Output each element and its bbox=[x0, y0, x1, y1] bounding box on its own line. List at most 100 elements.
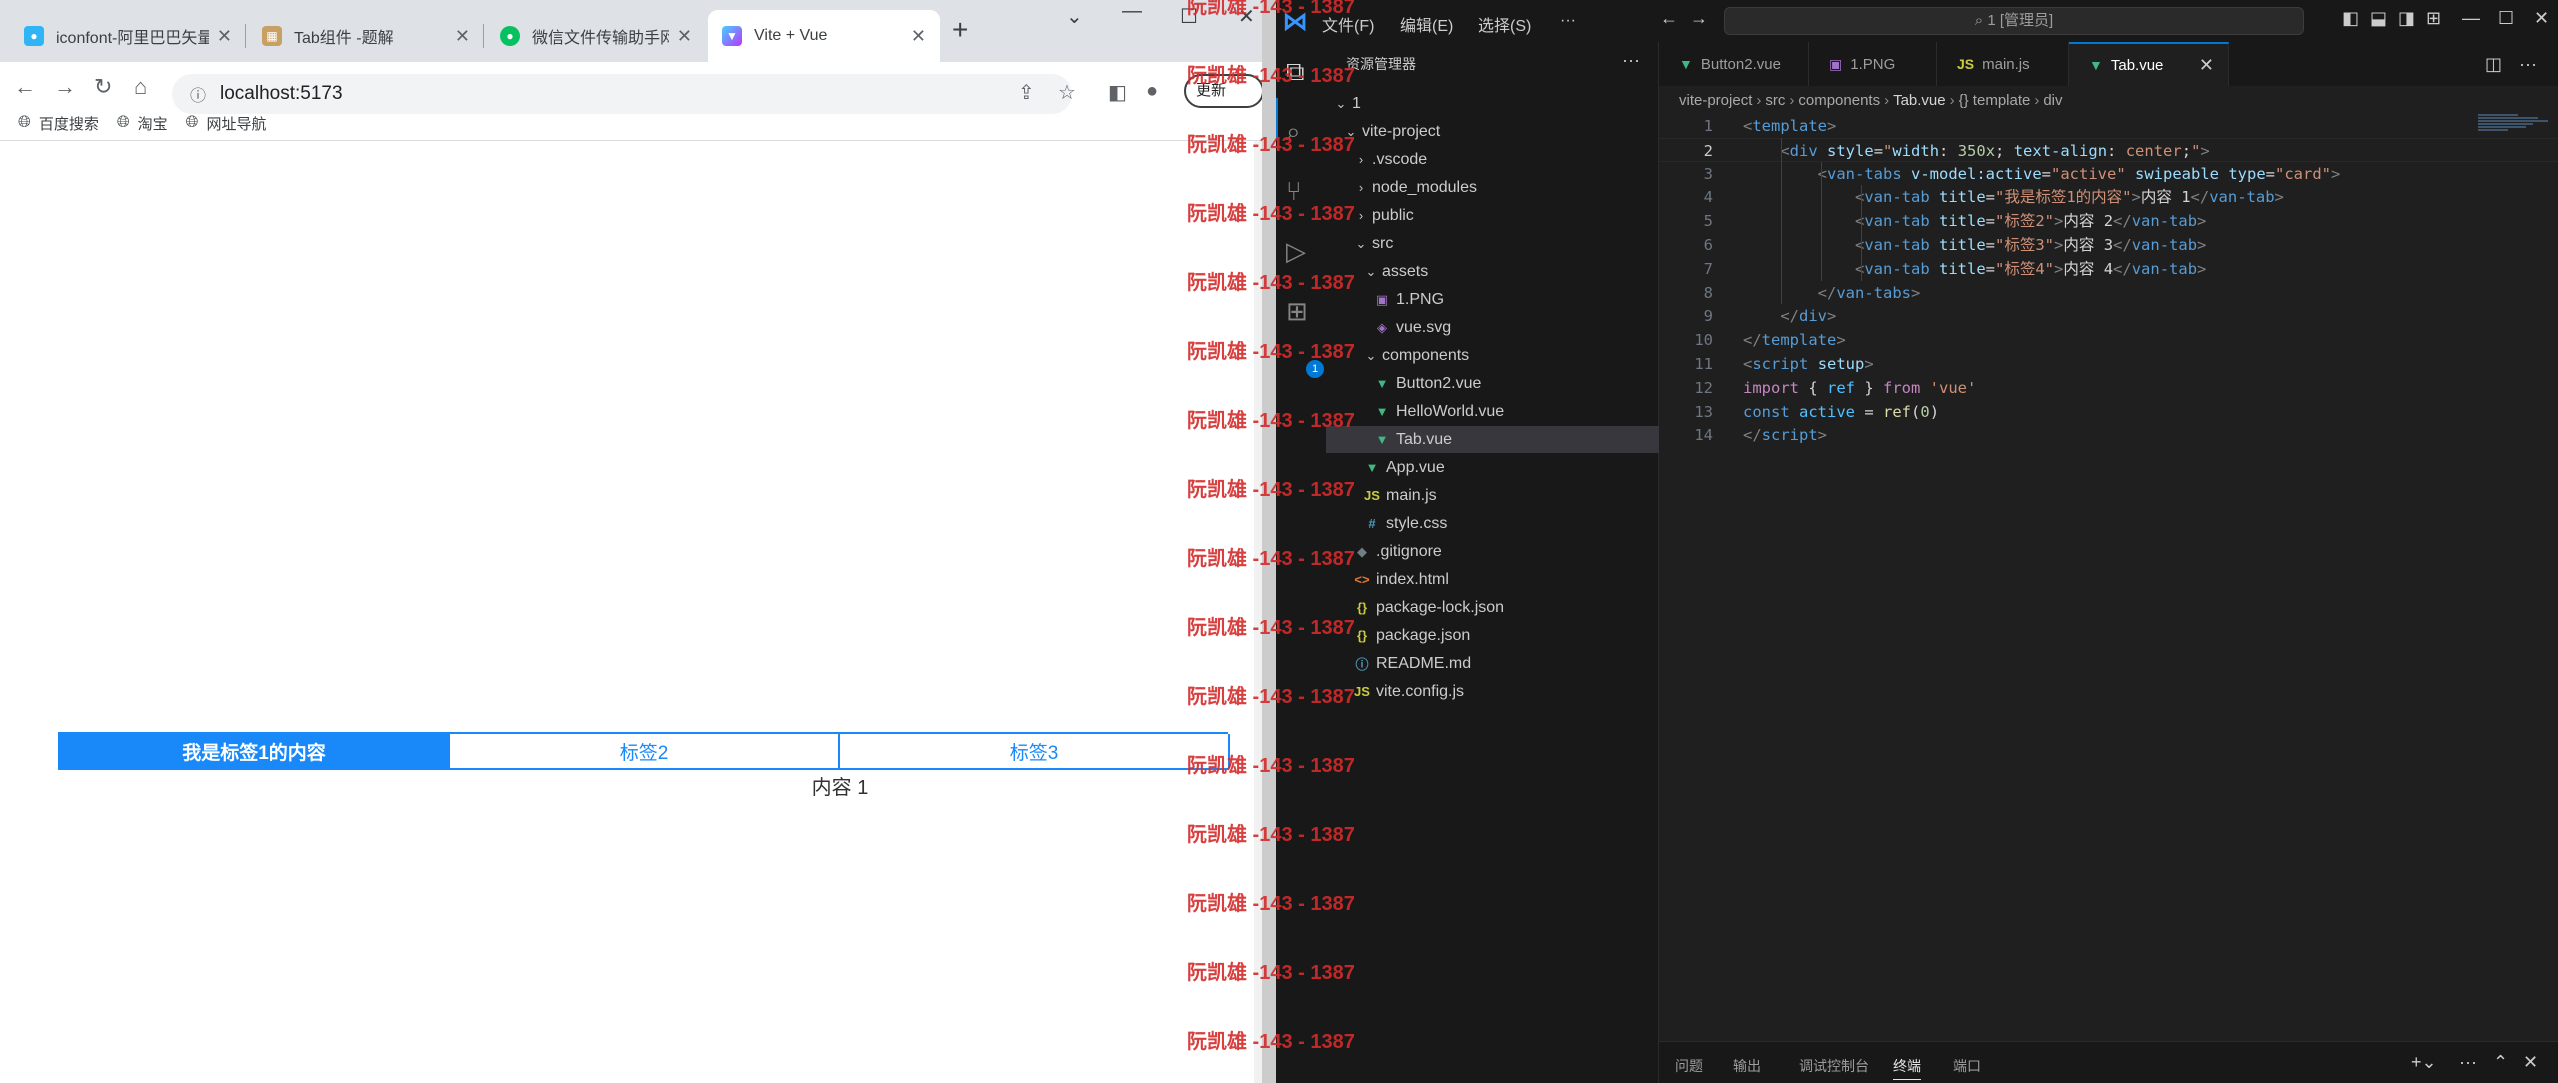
menu-more[interactable]: ··· bbox=[1560, 12, 1576, 30]
tree-item[interactable]: ⌄ src bbox=[1326, 230, 1659, 257]
forward-icon[interactable]: → bbox=[1690, 8, 1708, 29]
minimize-icon[interactable]: — bbox=[1122, 0, 1142, 23]
browser-tab-tab-component[interactable]: ▦ Tab组件 -题解 ✕ bbox=[248, 10, 484, 62]
code-line[interactable]: 10 </template> bbox=[1659, 328, 2558, 352]
bookmark-nav[interactable]: 🌐︎ 网址导航 bbox=[186, 113, 267, 134]
breadcrumb-item[interactable]: Tab.vue bbox=[1893, 92, 1946, 109]
panel-tab-ports[interactable]: 端口 bbox=[1953, 1056, 1981, 1076]
panel-tab-debug-console[interactable]: 调试控制台 bbox=[1799, 1056, 1869, 1076]
panel-tab-problems[interactable]: 问题 bbox=[1675, 1056, 1703, 1076]
tree-item[interactable]: ▼ Button2.vue bbox=[1326, 370, 1659, 397]
more-actions-icon[interactable]: ··· bbox=[2519, 54, 2537, 75]
van-tab-3[interactable]: 标签3 bbox=[840, 734, 1230, 768]
home-icon[interactable]: ⌂ bbox=[134, 74, 147, 100]
breadcrumb-item[interactable]: src bbox=[1765, 92, 1785, 109]
toggle-sidebar-icon[interactable]: ◧ bbox=[2342, 8, 2359, 29]
toggle-secondary-sidebar-icon[interactable]: ◨ bbox=[2398, 8, 2415, 29]
chevron-down-icon[interactable]: ⌄ bbox=[1066, 4, 1083, 29]
panel-tab-terminal[interactable]: 终端 bbox=[1893, 1056, 1921, 1080]
close-icon[interactable]: ✕ bbox=[677, 26, 692, 47]
close-panel-icon[interactable]: ✕ bbox=[2523, 1052, 2538, 1073]
browser-tab-wechat[interactable]: ● 微信文件传输助手网页 ✕ bbox=[486, 10, 706, 62]
tree-item[interactable]: JS vite.config.js bbox=[1326, 678, 1659, 705]
tree-item[interactable]: ▼ App.vue bbox=[1326, 454, 1659, 481]
address-bar[interactable]: ⓘ localhost:5173 bbox=[172, 74, 1072, 114]
tree-item[interactable]: ⌄ vite-project bbox=[1326, 118, 1659, 145]
tree-item[interactable]: ⓘ README.md bbox=[1326, 650, 1659, 677]
code-line[interactable]: 14 </script> bbox=[1659, 423, 2558, 447]
forward-icon[interactable]: → bbox=[54, 74, 76, 100]
tree-item[interactable]: › node_modules bbox=[1326, 174, 1659, 201]
menu-selection[interactable]: 选择(S) bbox=[1478, 12, 1531, 36]
code-line[interactable]: 4 <van-tab title="我是标签1的内容">内容 1</van-ta… bbox=[1659, 185, 2558, 209]
new-terminal-icon[interactable]: +⌄ bbox=[2411, 1052, 2437, 1073]
tree-item[interactable]: ⌄ components bbox=[1326, 342, 1659, 369]
back-icon[interactable]: ← bbox=[1660, 8, 1678, 29]
van-tab-2[interactable]: 标签2 bbox=[450, 734, 840, 768]
editor-tab[interactable]: ▣ 1.PNG bbox=[1809, 42, 1937, 86]
star-icon[interactable]: ☆ bbox=[1058, 80, 1076, 105]
close-window-icon[interactable]: ✕ bbox=[2534, 8, 2549, 29]
extensions-icon[interactable]: ⊞ bbox=[1286, 296, 1308, 327]
browser-tab-iconfont[interactable]: ● iconfont-阿里巴巴矢量 ✕ bbox=[10, 10, 246, 62]
editor-tab[interactable]: ▼ Button2.vue bbox=[1659, 42, 1809, 86]
tree-item[interactable]: › public bbox=[1326, 202, 1659, 229]
tree-item[interactable]: ▼ Tab.vue bbox=[1326, 426, 1659, 453]
tree-item[interactable]: ▼ HelloWorld.vue bbox=[1326, 398, 1659, 425]
code-line[interactable]: 7 <van-tab title="标签4">内容 4</van-tab> bbox=[1659, 257, 2558, 281]
bookmark-baidu[interactable]: 🌐︎ 百度搜索 bbox=[18, 113, 99, 134]
command-center[interactable]: ⌕ 1 [管理员] bbox=[1724, 7, 2304, 35]
tree-item[interactable]: <> index.html bbox=[1326, 566, 1659, 593]
tree-item[interactable]: › .vscode bbox=[1326, 146, 1659, 173]
run-debug-icon[interactable]: ▷ bbox=[1286, 236, 1306, 267]
more-actions-icon[interactable]: ··· bbox=[2459, 1052, 2477, 1073]
tree-item[interactable]: ⌄ 1 bbox=[1326, 90, 1659, 117]
tree-item[interactable]: ⌄ assets bbox=[1326, 258, 1659, 285]
browser-tab-vite[interactable]: ▼ Vite + Vue ✕ bbox=[708, 10, 940, 62]
breadcrumb-item[interactable]: div bbox=[2043, 92, 2062, 109]
code-line[interactable]: 6 <van-tab title="标签3">内容 3</van-tab> bbox=[1659, 233, 2558, 257]
code-line[interactable]: 3 <van-tabs v-model:active="active" swip… bbox=[1659, 162, 2558, 186]
new-tab-icon[interactable]: + bbox=[952, 14, 968, 46]
close-icon[interactable]: ✕ bbox=[217, 26, 232, 47]
side-panel-icon[interactable]: ◧ bbox=[1108, 80, 1127, 105]
editor-tab[interactable]: ▼ Tab.vue ✕ bbox=[2069, 42, 2229, 86]
code-line[interactable]: 5 <van-tab title="标签2">内容 2</van-tab> bbox=[1659, 209, 2558, 233]
split-editor-icon[interactable]: ◫ bbox=[2485, 54, 2502, 75]
toggle-panel-icon[interactable]: ⬓ bbox=[2370, 8, 2387, 29]
close-icon[interactable]: ✕ bbox=[911, 26, 926, 47]
tree-item[interactable]: ◈ vue.svg bbox=[1326, 314, 1659, 341]
breadcrumb-item[interactable]: components bbox=[1798, 92, 1880, 109]
share-icon[interactable]: ⇪ bbox=[1018, 80, 1035, 105]
reload-icon[interactable]: ↻ bbox=[94, 74, 112, 100]
van-tab-1[interactable]: 我是标签1的内容 bbox=[60, 734, 450, 768]
tree-item[interactable]: ◆ .gitignore bbox=[1326, 538, 1659, 565]
more-actions-icon[interactable]: ··· bbox=[1622, 50, 1640, 71]
code-line[interactable]: 13 const active = ref(0) bbox=[1659, 400, 2558, 424]
code-line[interactable]: 12 import { ref } from 'vue' bbox=[1659, 376, 2558, 400]
back-icon[interactable]: ← bbox=[14, 74, 36, 100]
breadcrumb-item[interactable]: vite-project bbox=[1679, 92, 1752, 109]
minimize-icon[interactable]: — bbox=[2462, 8, 2480, 29]
panel-tab-output[interactable]: 输出 bbox=[1733, 1056, 1761, 1076]
tree-item[interactable]: {} package-lock.json bbox=[1326, 594, 1659, 621]
code-line[interactable]: 1 <template> bbox=[1659, 114, 2558, 138]
menu-edit[interactable]: 编辑(E) bbox=[1400, 12, 1453, 36]
code-line[interactable]: 2 <div style="width: 350x; text-align: c… bbox=[1659, 137, 2558, 162]
close-icon[interactable]: ✕ bbox=[455, 26, 470, 47]
info-icon[interactable]: ⓘ bbox=[190, 82, 206, 106]
tree-item[interactable]: {} package.json bbox=[1326, 622, 1659, 649]
close-icon[interactable]: ✕ bbox=[2199, 55, 2214, 76]
code-line[interactable]: 8 </van-tabs> bbox=[1659, 281, 2558, 305]
code-line[interactable]: 11 <script setup> bbox=[1659, 352, 2558, 376]
maximize-panel-icon[interactable]: ⌃ bbox=[2493, 1052, 2508, 1073]
code-line[interactable]: 9 </div> bbox=[1659, 304, 2558, 328]
editor-tab[interactable]: JS main.js bbox=[1937, 42, 2069, 86]
bookmark-taobao[interactable]: 🌐︎ 淘宝 bbox=[117, 113, 168, 134]
customize-layout-icon[interactable]: ⊞ bbox=[2426, 8, 2441, 29]
tree-item[interactable]: JS main.js bbox=[1326, 482, 1659, 509]
minimap[interactable] bbox=[2478, 114, 2548, 154]
profile-icon[interactable]: ● bbox=[1146, 80, 1158, 103]
tree-item[interactable]: # style.css bbox=[1326, 510, 1659, 537]
tree-item[interactable]: ▣ 1.PNG bbox=[1326, 286, 1659, 313]
